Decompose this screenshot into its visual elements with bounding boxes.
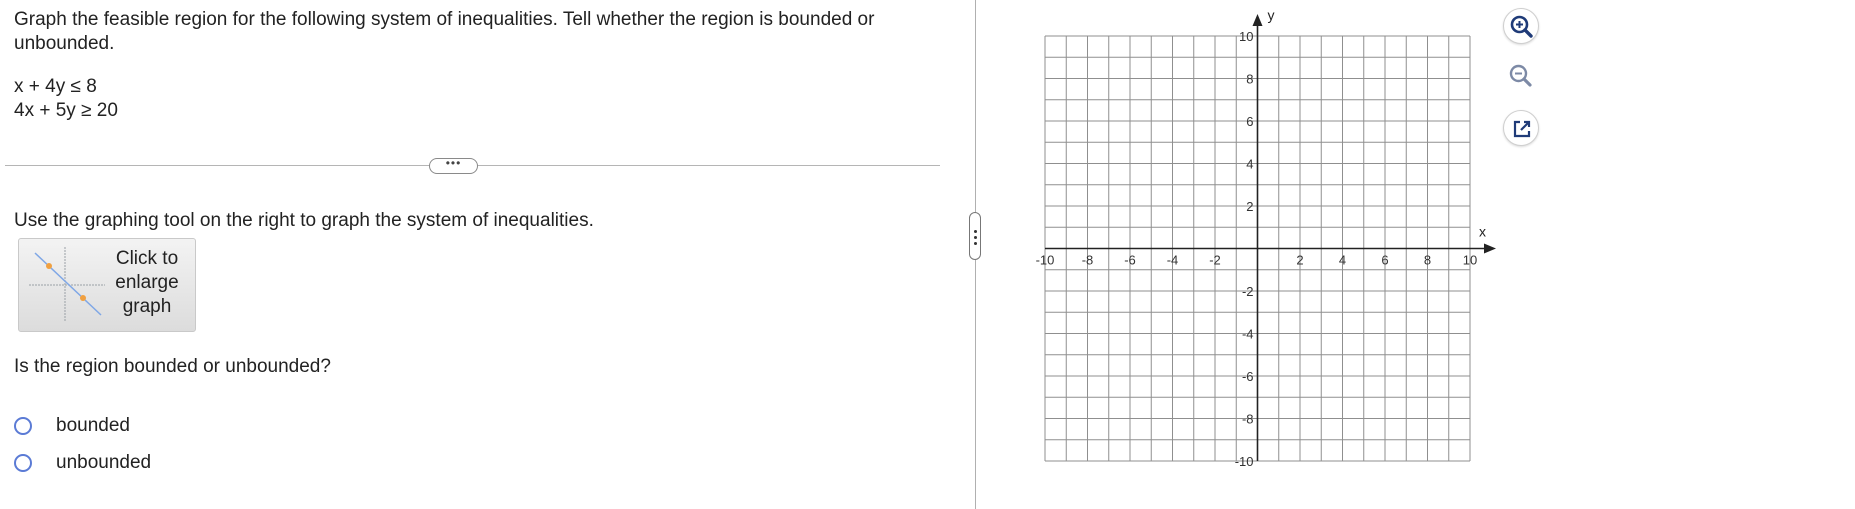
- problem-line-2: unbounded.: [14, 33, 115, 54]
- graph-canvas[interactable]: x y -10 -8 -6 -4 -2 2 4 6 8 10 10 8 6 4 2 -2 -4 -6 -8 -10: [1030, 0, 1510, 480]
- x-axis-label: x: [1479, 224, 1486, 240]
- zoom-out-button[interactable]: [1503, 58, 1539, 94]
- enlarge-graph-button[interactable]: Click to enlarge graph: [18, 238, 196, 332]
- x-axis-arrow-icon: [1484, 243, 1496, 254]
- x-tick-label: -2: [1209, 253, 1221, 268]
- x-tick-label: 4: [1339, 253, 1346, 268]
- option-unbounded[interactable]: unbounded: [14, 450, 151, 476]
- inequality-2: 4x + 5y ≥ 20: [14, 100, 118, 121]
- y-tick-label: -6: [1242, 369, 1254, 384]
- x-tick-label: 8: [1424, 253, 1431, 268]
- y-tick-label: 4: [1246, 157, 1253, 172]
- zoom-in-icon: [1510, 15, 1533, 38]
- y-tick-label: 8: [1246, 72, 1253, 87]
- x-tick-label: 2: [1296, 253, 1303, 268]
- x-tick-label: 10: [1463, 253, 1477, 268]
- zoom-out-icon: [1509, 64, 1532, 87]
- radio-unbounded[interactable]: [14, 454, 32, 472]
- inequality-1: x + 4y ≤ 8: [14, 76, 97, 97]
- y-tick-label: 2: [1246, 199, 1253, 214]
- handle-dot: [974, 230, 977, 233]
- option-bounded-label: bounded: [56, 415, 130, 436]
- enlarge-label-line3: graph: [122, 296, 172, 317]
- y-tick-label: 6: [1246, 114, 1253, 129]
- enlarge-label-line2: enlarge: [115, 272, 179, 293]
- graph-axes: [1045, 14, 1496, 461]
- handle-dot: [974, 236, 977, 239]
- zoom-in-button[interactable]: [1503, 8, 1539, 44]
- option-bounded[interactable]: bounded: [14, 413, 130, 439]
- graph-thumbnail-icon: [29, 247, 105, 321]
- expand-more-button[interactable]: •••: [429, 157, 478, 174]
- x-tick-label: -8: [1082, 253, 1094, 268]
- y-tick-label: -10: [1235, 454, 1254, 469]
- x-tick-label: -6: [1124, 253, 1136, 268]
- handle-dot: [974, 242, 977, 245]
- bounded-question: Is the region bounded or unbounded?: [14, 356, 331, 377]
- x-tick-labels: -10 -8 -6 -4 -2 2 4 6 8 10: [1036, 253, 1478, 268]
- enlarge-label-line1: Click to: [115, 248, 179, 269]
- open-external-button[interactable]: [1503, 110, 1539, 146]
- x-tick-label: 6: [1381, 253, 1388, 268]
- external-link-icon: [1513, 120, 1531, 138]
- y-tick-label: 10: [1239, 29, 1253, 44]
- problem-line-1: Graph the feasible region for the follow…: [14, 9, 875, 30]
- y-axis-arrow-icon: [1252, 14, 1263, 26]
- x-tick-label: -10: [1036, 253, 1055, 268]
- question-panel: Graph the feasible region for the follow…: [0, 0, 955, 509]
- radio-bounded[interactable]: [14, 417, 32, 435]
- problem-statement: Graph the feasible region for the follow…: [14, 8, 934, 56]
- y-tick-label: -4: [1242, 327, 1254, 342]
- tool-instruction: Use the graphing tool on the right to gr…: [14, 210, 594, 231]
- y-axis-label: y: [1268, 7, 1275, 23]
- panel-resize-handle[interactable]: [969, 212, 981, 260]
- x-tick-label: -4: [1167, 253, 1179, 268]
- enlarge-graph-label: Click to enlarge graph: [105, 247, 189, 319]
- y-tick-label: -2: [1242, 284, 1254, 299]
- option-unbounded-label: unbounded: [56, 452, 152, 473]
- y-tick-label: -8: [1242, 412, 1254, 427]
